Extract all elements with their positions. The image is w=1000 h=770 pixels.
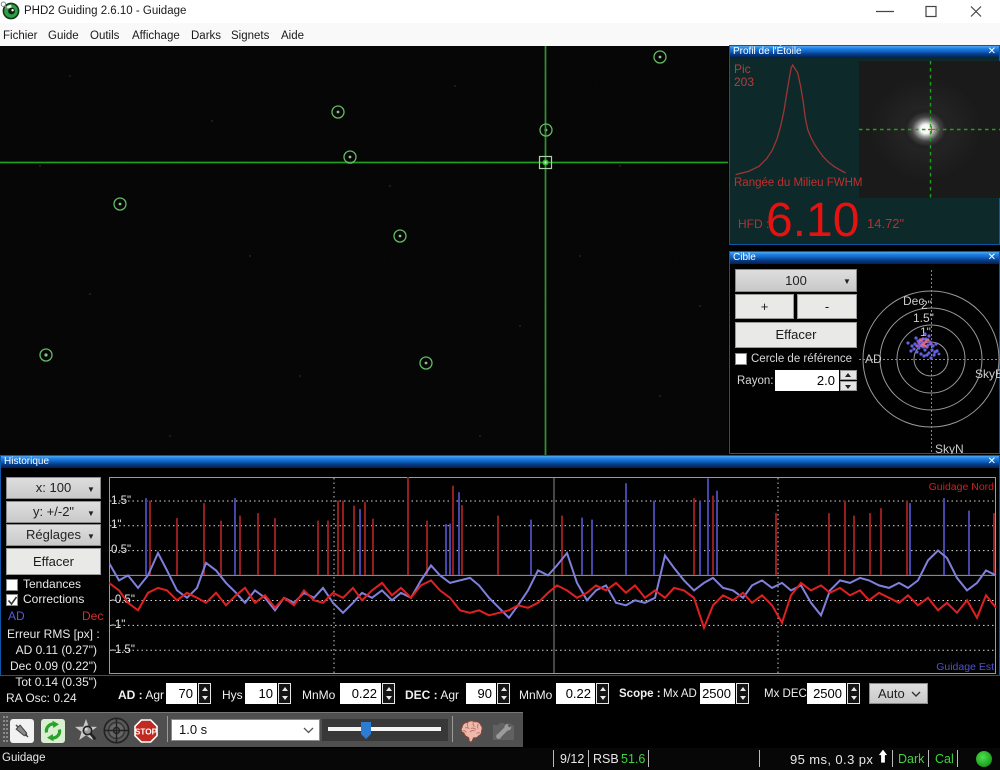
svg-text:1.5": 1.5" bbox=[111, 495, 131, 507]
svg-text:Guidage Est: Guidage Est bbox=[936, 661, 994, 673]
svg-text:0.5": 0.5" bbox=[111, 544, 131, 556]
svg-text:Guidage Nord: Guidage Nord bbox=[929, 481, 995, 493]
svg-text:SkyE: SkyE bbox=[975, 367, 1000, 381]
svg-text:-1.5": -1.5" bbox=[111, 644, 135, 656]
svg-text:SkyN: SkyN bbox=[935, 442, 964, 454]
svg-text:1.5": 1.5" bbox=[913, 311, 934, 325]
svg-text:AD: AD bbox=[865, 352, 882, 366]
svg-text:2": 2" bbox=[921, 298, 932, 312]
svg-text:1": 1" bbox=[111, 519, 121, 531]
svg-text:STOP: STOP bbox=[135, 728, 158, 737]
svg-text:-1": -1" bbox=[111, 619, 125, 631]
